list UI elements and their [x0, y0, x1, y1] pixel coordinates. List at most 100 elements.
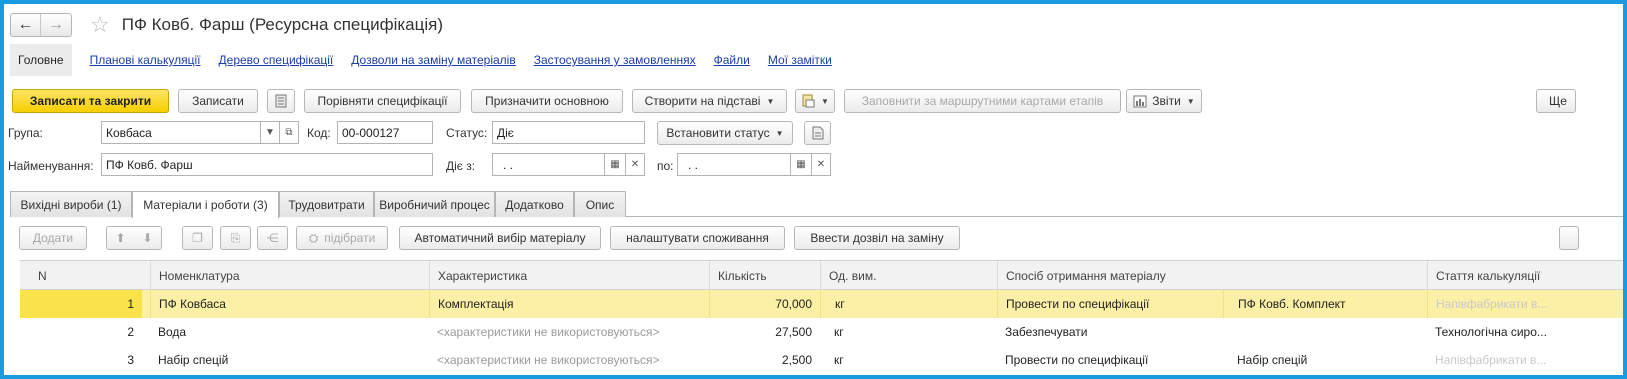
save-close-button[interactable]: Записати та закрити — [12, 89, 169, 113]
cell-specification: ПФ Ковб. Комплект — [1223, 290, 1427, 318]
link-usage-in-orders[interactable]: Застосування у замовленнях — [534, 53, 696, 67]
clear-icon[interactable]: ✕ — [811, 153, 831, 176]
cell-cost-item: Технологічна сиро... — [1435, 325, 1547, 339]
reports-button[interactable]: Звіти ▼ — [1126, 89, 1202, 113]
header-n[interactable]: N — [20, 261, 150, 290]
section-links: Головне Планові калькуляції Дерево специ… — [10, 44, 832, 76]
tab-materials[interactable]: Матеріали і роботи (3) — [132, 191, 279, 218]
header-nomenclature[interactable]: Номенклатура — [150, 261, 429, 290]
cell-material-method: Провести по специфікації — [1005, 353, 1149, 367]
more-button[interactable]: Ще — [1536, 89, 1576, 113]
cell-cost-item: Напівфабрикати в... — [1427, 290, 1623, 318]
cell-n: 3 — [127, 353, 134, 367]
link-files[interactable]: Файли — [714, 53, 750, 67]
cell-quantity: 2,500 — [781, 353, 812, 367]
compare-specs-button[interactable]: Порівняти специфікації — [304, 89, 461, 113]
group-field[interactable]: Ковбаса — [101, 121, 261, 144]
table-row[interactable]: 3 Набір спецій <характеристики не викори… — [20, 346, 1623, 374]
auto-select-button[interactable]: Автоматичний вибір матеріалу — [399, 226, 601, 250]
status-label: Статус: — [446, 126, 488, 140]
cell-unit: кг — [834, 325, 844, 339]
tab-outputs[interactable]: Вихідні вироби (1) — [10, 191, 132, 217]
calendar-icon[interactable]: ▦ — [790, 153, 812, 176]
edit-doc-icon[interactable] — [804, 121, 831, 145]
create-based-button[interactable]: Створити на підставі ▼ — [632, 89, 787, 113]
code-field[interactable]: 00-000127 — [337, 121, 433, 144]
cell-material-method: Провести по специфікації — [997, 290, 1223, 318]
set-status-button[interactable]: Встановити статус ▼ — [657, 121, 793, 145]
add-button[interactable]: Додати — [19, 226, 87, 250]
cell-material-method: Забезпечувати — [1005, 325, 1088, 339]
link-my-notes[interactable]: Мої замітки — [768, 53, 832, 67]
chevron-down-icon: ▼ — [766, 96, 775, 106]
fill-by-routes-button[interactable]: Заповнити за маршрутними картами етапів — [844, 89, 1121, 113]
cell-quantity: 70,000 — [709, 290, 820, 318]
header-cost-item[interactable]: Стаття калькуляції — [1427, 261, 1623, 290]
arrow-up-icon[interactable]: ⬆ — [115, 231, 125, 245]
name-field[interactable]: ПФ Ковб. Фарш — [101, 153, 433, 176]
group-label: Група: — [8, 126, 43, 140]
chevron-down-icon: ▼ — [1186, 96, 1195, 106]
valid-from-field[interactable]: . . — [492, 153, 605, 176]
cell-unit: кг — [820, 290, 997, 318]
link-main[interactable]: Головне — [10, 44, 72, 76]
print-icon — [802, 94, 815, 108]
open-icon[interactable]: ⧉ — [279, 121, 299, 144]
cell-nomenclature: Набір спецій — [158, 353, 229, 367]
page-tabs: Вихідні вироби (1) Матеріали і роботи (3… — [10, 191, 1623, 218]
title-row: ← → ☆ ПФ Ковб. Фарш (Ресурсна специфікац… — [10, 10, 1623, 40]
valid-from-label: Діє з: — [446, 159, 476, 173]
cell-specification: Набір спецій — [1237, 353, 1308, 367]
print-menu-button[interactable]: ▼ — [795, 89, 835, 113]
cell-characteristic: <характеристики не використовуються> — [437, 325, 660, 339]
link-planned-calculations[interactable]: Планові калькуляції — [90, 53, 201, 67]
tab-additional[interactable]: Додатково — [495, 191, 574, 217]
calendar-icon[interactable]: ▦ — [604, 153, 626, 176]
link-material-permits[interactable]: Дозволи на заміну матеріалів — [351, 53, 515, 67]
arrow-down-icon[interactable]: ⬇ — [142, 231, 152, 245]
table-header: N Номенклатура Характеристика Кількість … — [20, 260, 1623, 290]
enter-permit-button[interactable]: Ввести дозвіл на заміну — [794, 226, 960, 250]
chevron-down-icon: ▼ — [775, 128, 784, 138]
cell-n: 1 — [20, 290, 142, 318]
cell-n: 2 — [127, 325, 134, 339]
reports-label: Звіти — [1152, 94, 1181, 108]
document-list-icon[interactable] — [267, 89, 295, 113]
table-row[interactable]: 2 Вода <характеристики не використовують… — [20, 318, 1623, 346]
cell-nomenclature: Вода — [158, 325, 187, 339]
favorite-star-icon[interactable]: ☆ — [90, 14, 110, 36]
tab-description[interactable]: Опис — [574, 191, 626, 217]
header-characteristic[interactable]: Характеристика — [429, 261, 709, 290]
table-more-button[interactable] — [1559, 226, 1579, 250]
paste-icon[interactable]: ⎘ — [220, 226, 251, 250]
save-button[interactable]: Записати — [178, 89, 258, 113]
cell-specification — [1223, 318, 1427, 346]
link-spec-tree[interactable]: Дерево специфікації — [219, 53, 334, 67]
move-buttons: ⬆ ⬇ — [106, 226, 162, 250]
to-label: по: — [657, 159, 674, 173]
set-main-button[interactable]: Призначити основною — [471, 89, 623, 113]
tab-labor[interactable]: Трудовитрати — [279, 191, 374, 217]
set-status-label: Встановити статус — [666, 126, 770, 140]
nav-group: ← → — [10, 13, 72, 37]
table-toolbar: Додати ⬆ ⬇ ❐ ⎘ ⋲ ⛭ підібрати Автоматичний… — [4, 226, 1623, 252]
header-quantity[interactable]: Кількість — [709, 261, 820, 290]
tab-process[interactable]: Виробничий процес — [374, 191, 495, 217]
hierarchy-icon[interactable]: ⋲ — [257, 226, 288, 250]
cell-characteristic: Комплектація — [429, 290, 709, 318]
valid-to-field[interactable]: . . — [677, 153, 791, 176]
pick-button[interactable]: ⛭ підібрати — [296, 226, 388, 250]
name-label: Найменування: — [8, 159, 94, 173]
pick-label: підібрати — [324, 231, 376, 245]
header-material-method[interactable]: Спосіб отримання матеріалу — [997, 261, 1427, 290]
code-label: Код: — [307, 126, 331, 140]
forward-button[interactable]: → — [41, 14, 71, 36]
copy-icon[interactable]: ❐ — [182, 226, 213, 250]
table-row[interactable]: 1 ПФ Ковбаса Комплектація 70,000 кг Пров… — [20, 290, 1623, 318]
back-button[interactable]: ← — [11, 14, 41, 36]
create-based-label: Створити на підставі — [644, 94, 761, 108]
chevron-down-icon[interactable]: ▼ — [260, 121, 280, 144]
configure-consumption-button[interactable]: налаштувати споживання — [610, 226, 785, 250]
header-unit[interactable]: Од. вим. — [820, 261, 997, 290]
clear-icon[interactable]: ✕ — [625, 153, 645, 176]
